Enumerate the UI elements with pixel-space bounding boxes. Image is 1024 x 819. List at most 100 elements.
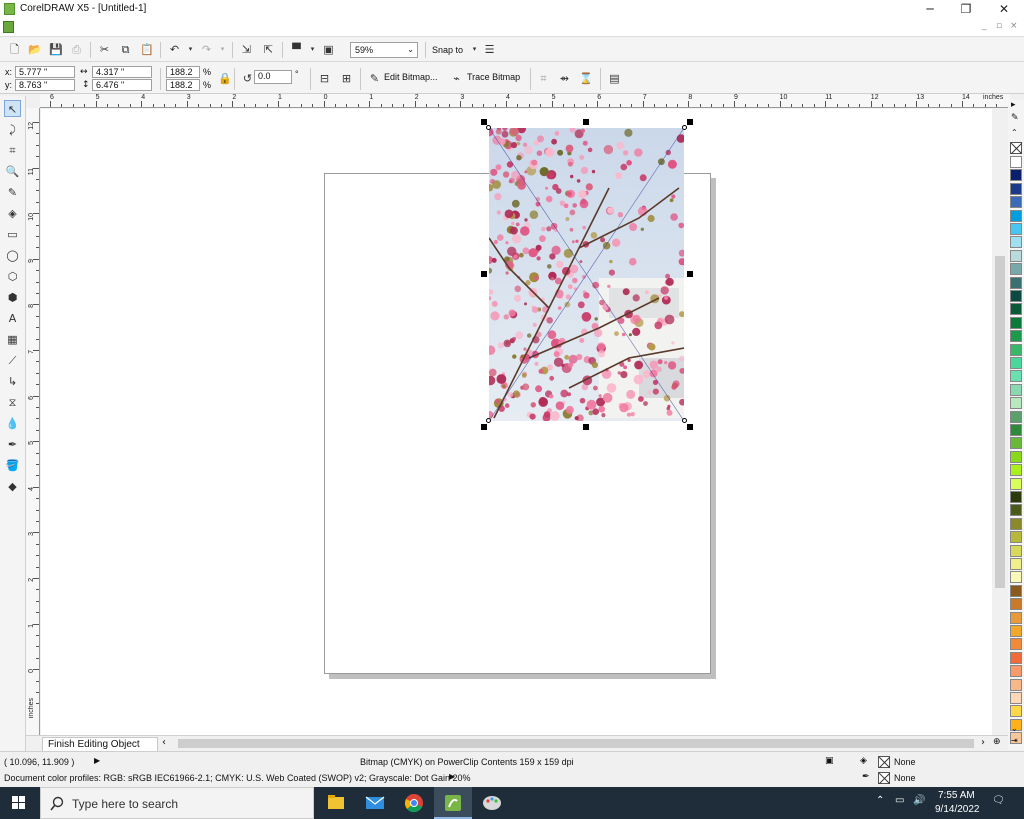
chevron-down-icon[interactable]: ⌄	[1011, 724, 1018, 733]
play-arrow-icon[interactable]: ▶	[94, 756, 100, 765]
ellipse-tool-icon[interactable]: ◯	[4, 247, 21, 264]
chevron-up-icon[interactable]: ⌃	[1011, 128, 1018, 137]
undo-icon[interactable]: ↶	[168, 43, 181, 56]
polygon-tool-icon[interactable]: ⬡	[4, 268, 21, 285]
zoom-level-select[interactable]: 59% ⌄	[350, 42, 418, 58]
network-icon[interactable]: ▭	[895, 795, 904, 806]
crop-tool-icon[interactable]: ⌗	[4, 142, 21, 159]
interactive-fill-tool-icon[interactable]: ◆	[4, 478, 21, 495]
minimize-button[interactable]: ─	[915, 1, 945, 17]
palette-swatch[interactable]	[1010, 397, 1022, 410]
eyedropper-icon[interactable]: ✎	[1011, 113, 1019, 123]
fill-tool-icon[interactable]: 🪣	[4, 457, 21, 474]
volume-icon[interactable]: 🔊	[913, 795, 925, 806]
height-field[interactable]: 6.476 "	[92, 79, 152, 91]
export-icon[interactable]: ⇱	[262, 43, 275, 56]
close-button[interactable]: ✕	[989, 1, 1019, 17]
palette-swatch[interactable]	[1010, 276, 1022, 289]
profiles-arrow-icon[interactable]: ▶	[449, 772, 455, 781]
palette-swatch[interactable]	[1010, 584, 1022, 597]
selection-handle[interactable]	[687, 271, 693, 277]
drawing-canvas[interactable]	[41, 109, 992, 735]
palette-swatch[interactable]	[1010, 491, 1022, 503]
horizontal-ruler[interactable]: 6 5 4 3 2 1 0 1 2 3 4 5 6 7 8 9 10 11 12 13 14 inches	[40, 94, 1010, 108]
connector-tool-icon[interactable]: ↳	[4, 373, 21, 390]
launcher-dropdown-icon[interactable]: ▾	[306, 43, 319, 56]
text-tool-icon[interactable]: A	[4, 310, 21, 327]
scroll-right-icon[interactable]: ›	[981, 737, 985, 748]
zoom-tool-icon[interactable]: 🔍	[4, 163, 21, 180]
windows-start-icon[interactable]	[0, 787, 38, 819]
palette-swatch[interactable]	[1010, 450, 1022, 463]
palette-swatch[interactable]	[1010, 692, 1022, 704]
mail-icon[interactable]	[356, 787, 394, 819]
corner-node[interactable]	[486, 125, 491, 130]
taskbar-search-box[interactable]: Type here to search	[40, 787, 314, 819]
corner-node[interactable]	[682, 125, 687, 130]
palette-swatch[interactable]	[1010, 638, 1022, 651]
selection-handle[interactable]	[481, 119, 487, 125]
palette-swatch[interactable]	[1010, 558, 1022, 570]
selection-handle[interactable]	[481, 271, 487, 277]
vertical-scroll-thumb[interactable]	[995, 256, 1005, 588]
y-position-field[interactable]: 8.763 "	[15, 79, 75, 91]
open-folder-icon[interactable]: 📂	[28, 43, 42, 56]
palette-swatch[interactable]	[1010, 196, 1022, 209]
fill-none-swatch[interactable]	[878, 756, 890, 768]
palette-swatch[interactable]	[1010, 437, 1022, 450]
palette-swatch[interactable]	[1010, 169, 1022, 182]
eyedropper-tool-icon[interactable]: 💧	[4, 415, 21, 432]
chrome-icon[interactable]	[395, 787, 433, 819]
paste-icon[interactable]: 📋	[140, 43, 154, 56]
palette-swatch[interactable]	[1010, 209, 1022, 222]
wrap-text-icon[interactable]: ▤	[608, 72, 621, 85]
palette-swatch[interactable]	[1010, 236, 1022, 249]
document-icon[interactable]	[3, 21, 14, 33]
redo-dropdown-icon[interactable]: ▾	[216, 43, 229, 56]
save-icon[interactable]: 💾	[49, 43, 63, 56]
shape-tool-icon[interactable]: ⤸	[4, 121, 21, 138]
rotation-angle-field[interactable]: 0.0	[254, 70, 292, 84]
doc-close-button[interactable]: ×	[1010, 21, 1018, 31]
palette-swatch[interactable]	[1010, 410, 1022, 423]
dimension-tool-icon[interactable]: ⟋	[4, 352, 21, 369]
snap-dropdown-icon[interactable]: ▾	[468, 43, 481, 56]
doc-restore-button[interactable]: ▫	[996, 21, 1002, 31]
new-document-icon[interactable]: 🗋	[8, 43, 21, 56]
palette-swatch[interactable]	[1010, 517, 1022, 530]
import-icon[interactable]: ⇲	[240, 43, 253, 56]
paint-app-icon[interactable]	[473, 787, 511, 819]
palette-swatch[interactable]	[1010, 156, 1022, 168]
palette-swatch[interactable]	[1010, 464, 1022, 477]
palette-swatch[interactable]	[1010, 182, 1022, 195]
palette-swatch[interactable]	[1010, 249, 1022, 262]
palette-swatch[interactable]	[1010, 477, 1022, 490]
outline-none-swatch[interactable]	[878, 772, 890, 784]
lock-ratio-icon[interactable]: 🔒	[218, 72, 232, 85]
palette-swatch[interactable]	[1010, 531, 1022, 544]
pick-tool-icon[interactable]: ↖	[4, 100, 21, 117]
mirror-horizontal-icon[interactable]: ⊟	[318, 72, 331, 85]
palette-swatch[interactable]	[1010, 504, 1022, 517]
crop-bitmap-icon[interactable]: ⌗	[537, 72, 550, 85]
palette-scroll-up-icon[interactable]: ▸	[1011, 100, 1016, 110]
palette-swatch[interactable]	[1010, 424, 1022, 436]
palette-swatch[interactable]	[1010, 263, 1022, 276]
palette-swatch[interactable]	[1010, 598, 1022, 611]
palette-swatch[interactable]	[1010, 330, 1022, 343]
palette-expand-icon[interactable]: ⇥	[1011, 736, 1018, 745]
no-color-swatch[interactable]	[1010, 142, 1022, 154]
chevron-up-icon[interactable]: ⌃	[876, 795, 884, 806]
palette-swatch[interactable]	[1010, 316, 1022, 329]
file-explorer-icon[interactable]	[317, 787, 355, 819]
smart-fill-tool-icon[interactable]: ◈	[4, 205, 21, 222]
coreldraw-taskbar-icon[interactable]	[434, 787, 472, 819]
palette-swatch[interactable]	[1010, 544, 1022, 557]
zoom-navigator-icon[interactable]: ⊕	[993, 737, 1001, 747]
undo-dropdown-icon[interactable]: ▾	[184, 43, 197, 56]
palette-swatch[interactable]	[1010, 611, 1022, 624]
palette-swatch[interactable]	[1010, 383, 1022, 396]
rectangle-tool-icon[interactable]: ▭	[4, 226, 21, 243]
color-proof-icon[interactable]: ▣	[825, 756, 834, 766]
powerclip-bitmap-image[interactable]	[489, 128, 684, 421]
